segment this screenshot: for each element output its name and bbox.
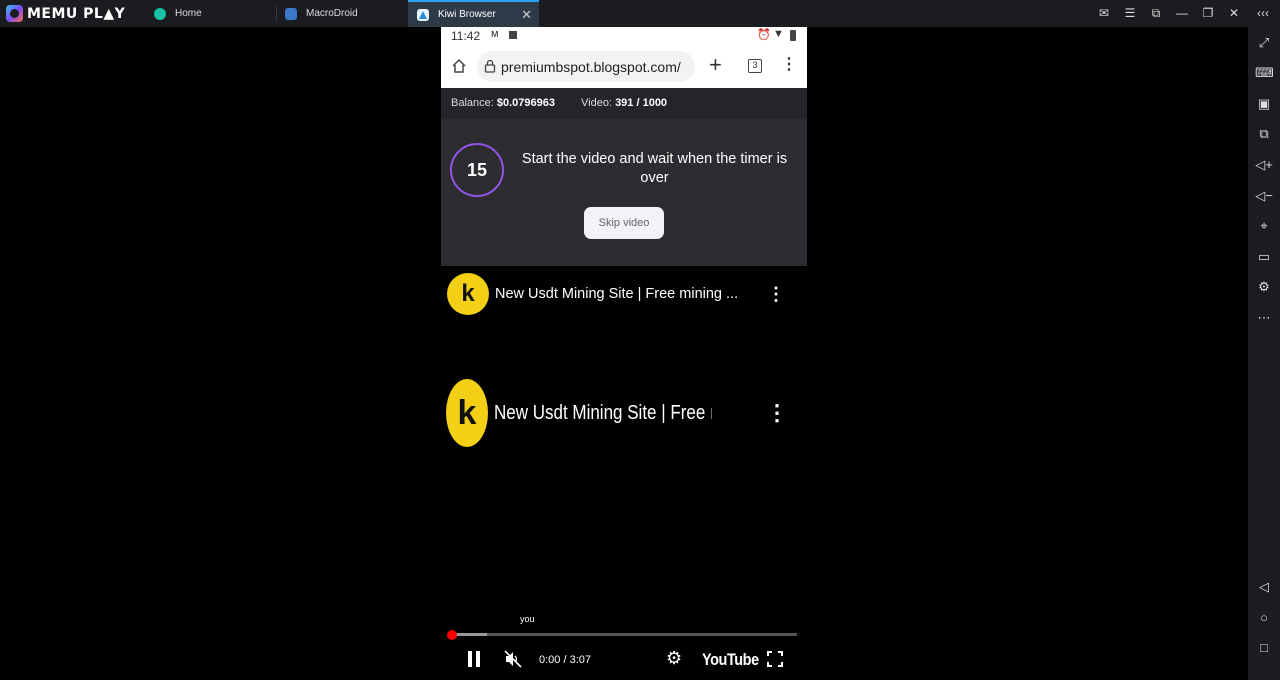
collapse-sidebar-icon[interactable]: ‹‹‹ (1255, 5, 1271, 21)
progress-knob[interactable] (447, 629, 457, 640)
emulator-sidebar: ⤢ ⌨ ▣ ⧉ ◁+ ◁− ⌖ ▭ ⚙ ⋯ ◁ ○ □ (1248, 27, 1280, 680)
menu-icon[interactable]: ☰ (1122, 5, 1138, 21)
close-icon[interactable]: ✕ (1226, 5, 1242, 21)
tab-macrodroid-label: MacroDroid (306, 8, 358, 19)
fullscreen-video-icon[interactable] (767, 651, 783, 672)
phone-screen: 11:42 ᴍ ⏰ ▼ premiumbspot.blogspot.com/ +… (441, 27, 807, 680)
apk-icon[interactable]: ▣ (1255, 95, 1273, 113)
notification-app-icon (509, 31, 517, 39)
browser-toolbar: premiumbspot.blogspot.com/ + 3 ⋮ (441, 45, 807, 88)
screen-icon[interactable]: ⧉ (1148, 5, 1164, 21)
tab-divider (276, 6, 277, 21)
keyboard-icon[interactable]: ⌨ (1255, 64, 1274, 82)
tab-close-icon[interactable]: ✕ (521, 7, 532, 23)
tab-switcher-button[interactable]: 3 (748, 59, 762, 73)
video-frame-text: New Usdt Mining Site | Free mining ... (494, 401, 712, 424)
tab-count: 3 (752, 60, 758, 70)
timer-panel: 15 Start the video and wait when the tim… (441, 119, 807, 266)
video-settings-icon[interactable]: ⚙ (666, 648, 682, 669)
recents-icon[interactable]: □ (1255, 639, 1273, 657)
url-text: premiumbspot.blogspot.com/ (501, 59, 681, 75)
video-frame-letter: k (457, 393, 477, 432)
address-bar[interactable]: premiumbspot.blogspot.com/ (477, 51, 695, 82)
kiwi-icon (417, 8, 429, 21)
lock-icon (484, 59, 496, 78)
home-app-icon (154, 7, 166, 20)
restore-icon[interactable]: ❐ (1200, 5, 1216, 21)
memu-logo: MEMU PL▲Y (6, 5, 125, 22)
video-frame-logo: k (446, 379, 488, 447)
minimize-icon[interactable]: — (1174, 5, 1190, 21)
status-time: 11:42 (451, 29, 481, 43)
mute-icon[interactable] (504, 650, 522, 673)
volume-down-icon[interactable]: ◁− (1255, 187, 1273, 205)
video-frame-menu-icon: ⋮ (766, 400, 788, 425)
balance-stat: Balance: $0.0796963 (451, 97, 555, 109)
video-progress-bar[interactable] (447, 629, 797, 640)
settings-icon[interactable]: ⚙ (1255, 278, 1273, 296)
balance-value: $0.0796963 (496, 97, 555, 109)
notification-icon: ᴍ (491, 28, 499, 40)
video-stat: Video: 391 / 1000 (581, 97, 667, 109)
tab-kiwi-browser[interactable]: Kiwi Browser ✕ (408, 0, 539, 27)
channel-letter: k (461, 280, 475, 307)
location-icon[interactable]: ⌖ (1255, 217, 1273, 235)
multi-window-icon[interactable]: ⧉ (1255, 125, 1273, 143)
pause-icon[interactable] (467, 651, 481, 672)
macrodroid-icon (285, 7, 297, 20)
video-caption: you (520, 614, 535, 624)
video-count: 391 / 1000 (615, 97, 668, 109)
tab-macrodroid[interactable]: MacroDroid (278, 0, 407, 27)
video-title[interactable]: New Usdt Mining Site | Free mining ... (495, 286, 761, 302)
new-tab-icon[interactable]: + (709, 54, 722, 76)
brand-name: MEMU PL▲Y (27, 5, 126, 22)
fullscreen-icon[interactable]: ⤢ (1255, 34, 1273, 52)
mail-icon[interactable]: ✉ (1096, 5, 1112, 21)
more-icon[interactable]: ⋯ (1255, 309, 1273, 327)
folder-icon[interactable]: ▭ (1255, 248, 1273, 266)
stats-bar: Balance: $0.0796963 Video: 391 / 1000 (441, 88, 807, 119)
tab-home-label: Home (175, 8, 202, 19)
video-time: 0:00 / 3:07 (539, 654, 591, 666)
wifi-icon: ▼ (773, 28, 784, 40)
video-header[interactable]: k New Usdt Mining Site | Free mining ...… (441, 273, 807, 315)
video-controls: 0:00 / 3:07 ⚙ YouTube (441, 647, 807, 673)
balance-label: Balance: (451, 97, 494, 109)
volume-up-icon[interactable]: ◁+ (1255, 156, 1273, 174)
tab-home[interactable]: Home (140, 0, 277, 27)
video-menu-icon[interactable]: ⋮ (767, 284, 785, 305)
channel-avatar[interactable]: k (447, 273, 489, 315)
countdown-timer: 15 (450, 143, 504, 197)
video-label: Video: (581, 97, 612, 109)
youtube-logo[interactable]: YouTube (702, 650, 759, 670)
browser-menu-icon[interactable]: ⋮ (781, 55, 797, 75)
memu-logo-icon (6, 5, 23, 22)
android-home-icon[interactable]: ○ (1255, 609, 1273, 627)
skip-video-button[interactable]: Skip video (584, 207, 664, 239)
tab-kiwi-label: Kiwi Browser (438, 9, 496, 20)
emulator-titlebar: MEMU PL▲Y Home MacroDroid Kiwi Browser ✕… (0, 0, 1280, 27)
battery-icon (790, 30, 796, 41)
browser-home-icon[interactable] (451, 58, 467, 79)
android-statusbar: 11:42 ᴍ ⏰ ▼ (441, 27, 807, 45)
video-frame-title: k New Usdt Mining Site | Free mining ...… (441, 379, 807, 447)
timer-message: Start the video and wait when the timer … (521, 151, 788, 186)
alarm-icon: ⏰ (757, 29, 771, 41)
back-icon[interactable]: ◁ (1255, 578, 1273, 596)
